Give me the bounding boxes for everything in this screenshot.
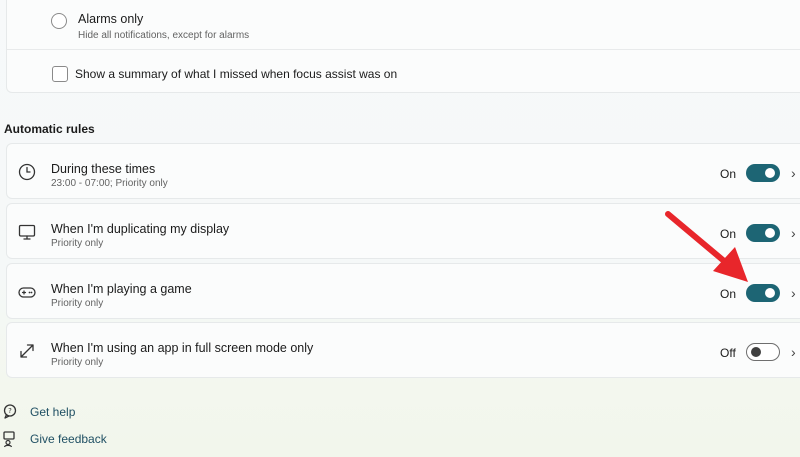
toggle-knob xyxy=(765,288,775,298)
rule-title: During these times xyxy=(51,162,156,176)
toggle-knob xyxy=(765,228,775,238)
automatic-rules-heading: Automatic rules xyxy=(4,122,95,136)
rule-toggle[interactable] xyxy=(746,164,780,182)
get-help-link[interactable]: ? Get help xyxy=(0,403,75,421)
monitor-icon xyxy=(17,222,37,242)
rule-title: When I'm duplicating my display xyxy=(51,222,230,236)
fullscreen-expand-icon xyxy=(17,341,37,361)
get-help-label[interactable]: Get help xyxy=(30,405,75,419)
rule-subtitle: Priority only xyxy=(51,298,104,309)
rule-playing-game[interactable]: When I'm playing a game Priority only On… xyxy=(6,263,800,319)
rule-state-label: On xyxy=(720,287,737,301)
rule-subtitle: Priority only xyxy=(51,357,104,368)
give-feedback-label[interactable]: Give feedback xyxy=(30,432,107,446)
chevron-right-icon[interactable]: › xyxy=(791,225,796,241)
toggle-knob xyxy=(765,168,775,178)
gamepad-icon xyxy=(17,282,37,302)
divider xyxy=(7,49,800,50)
summary-checkbox[interactable] xyxy=(52,66,68,82)
feedback-icon xyxy=(2,430,20,448)
rule-duplicating-display[interactable]: When I'm duplicating my display Priority… xyxy=(6,203,800,259)
alarms-only-title: Alarms only xyxy=(78,12,144,26)
rule-title: When I'm playing a game xyxy=(51,282,192,296)
help-chat-icon: ? xyxy=(2,403,20,421)
rule-state-label: Off xyxy=(720,346,736,360)
svg-text:?: ? xyxy=(8,407,12,415)
give-feedback-link[interactable]: Give feedback xyxy=(0,430,107,448)
alarms-only-subtitle: Hide all notifications, except for alarm… xyxy=(78,30,250,41)
focus-options-card: Alarms only Hide all notifications, exce… xyxy=(6,0,800,93)
toggle-knob xyxy=(751,347,761,357)
chevron-right-icon[interactable]: › xyxy=(791,344,796,360)
rule-during-these-times[interactable]: During these times 23:00 - 07:00; Priori… xyxy=(6,143,800,199)
rule-subtitle: 23:00 - 07:00; Priority only xyxy=(51,178,168,189)
clock-icon xyxy=(17,162,37,182)
summary-checkbox-label[interactable]: Show a summary of what I missed when foc… xyxy=(75,67,397,81)
chevron-right-icon[interactable]: › xyxy=(791,165,796,181)
rule-state-label: On xyxy=(720,167,737,181)
rule-full-screen-app[interactable]: When I'm using an app in full screen mod… xyxy=(6,322,800,378)
rule-toggle[interactable] xyxy=(746,224,780,242)
rule-toggle[interactable] xyxy=(746,284,780,302)
rule-state-label: On xyxy=(720,227,737,241)
rule-title: When I'm using an app in full screen mod… xyxy=(51,341,314,355)
rule-subtitle: Priority only xyxy=(51,238,104,249)
alarms-only-radio[interactable] xyxy=(51,13,67,29)
rule-toggle[interactable] xyxy=(746,343,780,361)
chevron-right-icon[interactable]: › xyxy=(791,285,796,301)
